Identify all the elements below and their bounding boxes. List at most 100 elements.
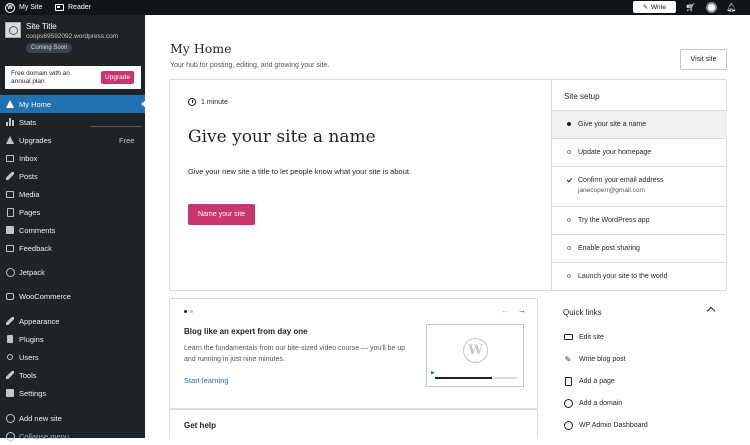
reader-link[interactable]: Reader (55, 0, 91, 15)
sidebar-item-my-home[interactable]: My Home (0, 95, 146, 113)
video-thumbnail[interactable]: W ▶ (426, 324, 524, 387)
my-site-label: My Site (19, 4, 43, 11)
quick-link-label: Add a page (579, 377, 615, 385)
sidebar-item-appearance[interactable]: Appearance (0, 312, 145, 330)
video-progress-bar (435, 377, 493, 379)
quick-link-label: WP Admin Dashboard (579, 421, 648, 429)
sidebar-item-feedback[interactable]: Feedback (0, 239, 145, 257)
plus-circle-icon (5, 413, 15, 423)
site-icon (5, 22, 21, 38)
arrow-right-icon[interactable]: → (518, 306, 526, 315)
page-subtitle: Your hub for posting, editing, and growi… (170, 62, 330, 69)
setup-item-label: Enable post sharing (578, 245, 640, 252)
name-your-site-button[interactable]: Name your site (188, 204, 255, 225)
get-help-title: Get help (184, 421, 217, 430)
pencil-icon: ✎ (642, 4, 648, 11)
quick-link-add-domain[interactable]: Add a domain (563, 396, 622, 410)
sidebar-item-label: My Home (19, 100, 52, 109)
sidebar-item-users[interactable]: Users (0, 348, 145, 366)
wrench-icon (5, 370, 15, 380)
sidebar-item-settings[interactable]: Settings (0, 384, 145, 402)
site-setup-heading: Site setup (564, 92, 600, 101)
task-panel: 1 minute Give your site a name Give your… (170, 80, 551, 290)
play-icon: ▶ (431, 370, 435, 376)
sidebar-item-label: Pages (19, 208, 41, 217)
sidebar-item-label: WooCommerce (19, 292, 71, 301)
write-label: Write (650, 3, 667, 11)
todo-dot-icon (566, 245, 572, 252)
sidebar-item-comments[interactable]: Comments (0, 221, 145, 239)
quick-link-edit-site[interactable]: Edit site (563, 330, 604, 344)
upgrade-button[interactable]: Upgrade (101, 71, 134, 84)
sidebar-item-label: Posts (19, 172, 38, 181)
page-plus-icon (563, 376, 573, 386)
site-setup-panel: Site setup Give your site a name Update … (551, 80, 727, 290)
pencil-icon: ✎ (564, 354, 572, 364)
wordpress-icon: W (5, 2, 15, 13)
setup-item-wordpress-app[interactable]: Try the WordPress app (552, 206, 727, 234)
sidebar-item-jetpack[interactable]: Jetpack (0, 263, 145, 281)
quick-link-write-post[interactable]: ✎ Write blog post (563, 352, 626, 366)
setup-item-homepage[interactable]: Update your homepage (552, 138, 727, 166)
my-site-link[interactable]: W My Site (5, 0, 42, 15)
sidebar-item-plugins[interactable]: Plugins (0, 330, 145, 348)
sidebar-item-label: Tools (19, 371, 37, 380)
upgrades-icon (5, 135, 15, 145)
blog-card-title: Blog like an expert from day one (184, 327, 308, 336)
cart-icon[interactable]: 🛒︎ (685, 2, 696, 13)
sidebar-item-collapse[interactable]: Collapse menu (0, 427, 145, 445)
get-help-card: Get help (169, 409, 538, 439)
quick-link-label: Edit site (579, 333, 604, 341)
comments-icon (5, 225, 15, 235)
sidebar-item-add-new-site[interactable]: Add new site (0, 409, 145, 427)
sidebar: Site Title coops69592092.wordpress.com C… (0, 15, 146, 441)
visit-site-button[interactable]: Visit site (680, 49, 727, 70)
sidebar-item-media[interactable]: Media (0, 185, 145, 203)
promo-text: Free domain with an annual plan (11, 70, 70, 85)
sidebar-item-posts[interactable]: Posts (0, 167, 145, 185)
sidebar-item-label: Stats (19, 118, 37, 127)
pin-icon (5, 171, 15, 181)
divider (90, 126, 142, 127)
jetpack-icon (5, 267, 15, 277)
quick-link-wp-admin[interactable]: WP Admin Dashboard (563, 418, 648, 432)
check-icon (566, 176, 572, 183)
start-learning-link[interactable]: Start learning (184, 376, 229, 385)
write-button[interactable]: ✎ Write (633, 1, 676, 13)
task-title: Give your site a name (188, 127, 376, 147)
quick-links-heading: Quick links (563, 308, 602, 317)
brush-icon (5, 316, 15, 326)
bell-icon[interactable]: 🔔︎ (726, 2, 737, 13)
setup-item-confirm-email[interactable]: Confirm your email address janecoperr@gm… (552, 166, 727, 206)
todo-dot-icon (566, 217, 572, 224)
task-card: 1 minute Give your site a name Give your… (169, 79, 727, 291)
page-title: My Home (170, 41, 232, 56)
sidebar-item-woocommerce[interactable]: WooCommerce (0, 287, 145, 305)
sidebar-item-label: Plugins (19, 335, 44, 344)
setup-item-give-name[interactable]: Give your site a name (552, 110, 727, 138)
site-card[interactable]: Site Title coops69592092.wordpress.com C… (0, 15, 145, 60)
quick-link-add-page[interactable]: Add a page (563, 374, 615, 388)
current-dot-icon (566, 121, 572, 128)
free-badge: Free (119, 136, 135, 145)
sidebar-item-inbox[interactable]: Inbox (0, 149, 145, 167)
sidebar-item-stats[interactable]: Stats (0, 113, 145, 131)
setup-item-launch[interactable]: Launch your site to the world (552, 262, 727, 290)
sidebar-item-upgrades[interactable]: Upgrades Free (0, 131, 145, 149)
sidebar-item-tools[interactable]: Tools (0, 366, 145, 384)
laptop-icon (563, 332, 573, 342)
sidebar-item-label: Settings (19, 389, 47, 398)
chevron-up-icon[interactable] (706, 306, 716, 316)
setup-item-post-sharing[interactable]: Enable post sharing (552, 234, 727, 262)
reader-icon (55, 4, 64, 11)
site-title: Site Title (26, 22, 57, 31)
pages-icon (5, 207, 15, 217)
arrow-left-icon[interactable]: ← (501, 306, 509, 315)
avatar[interactable] (706, 2, 717, 13)
clock-icon (188, 98, 196, 106)
top-bar: W My Site Reader ✎ Write 🛒︎ 🔔︎ (0, 0, 750, 15)
blog-course-card: ← → Blog like an expert from day one Lea… (169, 298, 538, 409)
home-icon (5, 99, 15, 109)
carousel-pagination[interactable] (184, 310, 193, 313)
sidebar-item-pages[interactable]: Pages (0, 203, 145, 221)
